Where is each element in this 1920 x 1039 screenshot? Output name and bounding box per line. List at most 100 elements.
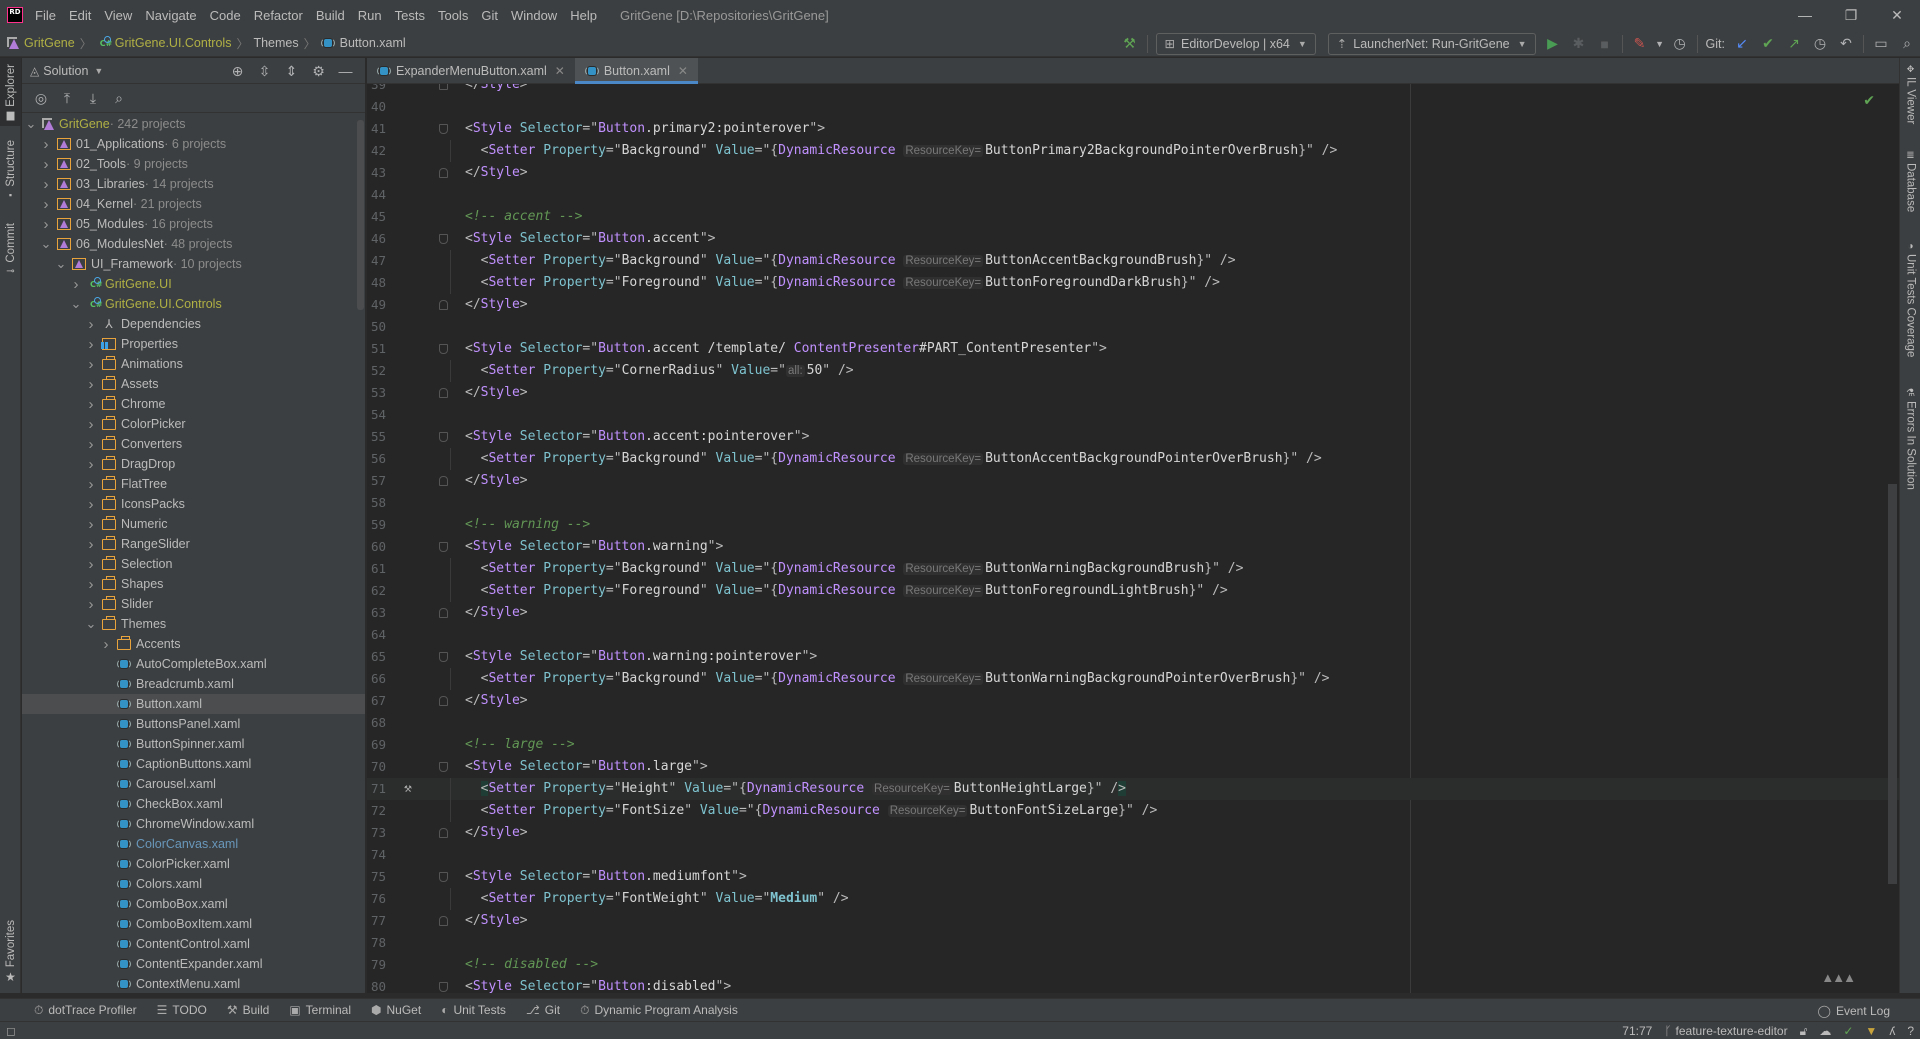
- solution-wide-analysis-icon[interactable]: ☁: [1819, 1024, 1831, 1038]
- chevron-right-icon[interactable]: ›: [84, 496, 98, 513]
- tool-tab-structure[interactable]: Structure ▪: [0, 140, 21, 210]
- menu-build[interactable]: Build: [316, 8, 345, 23]
- scroll-from-source-icon[interactable]: ⤒: [54, 90, 80, 107]
- run-anything-icon[interactable]: ▭: [1868, 33, 1894, 55]
- tree-item[interactable]: › FlatTree: [22, 474, 365, 494]
- tree-item[interactable]: AutoCompleteBox.xaml: [22, 654, 365, 674]
- tool-window-nuget[interactable]: ⬢ NuGet: [371, 1003, 421, 1018]
- tree-item[interactable]: ContextMenu.xaml: [22, 974, 365, 993]
- tree-item[interactable]: Colors.xaml: [22, 874, 365, 894]
- code-line[interactable]: 58: [367, 492, 1899, 514]
- caret-position[interactable]: 71:77: [1622, 1024, 1652, 1038]
- tool-tab-errors-in-solution[interactable]: ⚗ Errors In Solution: [1900, 388, 1920, 490]
- breadcrumb-project[interactable]: GritGene.UI.Controls: [115, 36, 232, 50]
- code-line[interactable]: 70 <Style Selector="Button.large">: [367, 756, 1899, 778]
- fold-end-marker-icon[interactable]: [439, 608, 448, 618]
- fold-marker-icon[interactable]: [439, 762, 448, 772]
- tree-item[interactable]: ⌄ GritGene · 242 projects: [22, 114, 365, 134]
- code-line[interactable]: 78: [367, 932, 1899, 954]
- git-branch[interactable]: ᚴ feature-texture-editor: [1664, 1024, 1787, 1038]
- menu-edit[interactable]: Edit: [69, 8, 91, 23]
- tree-item[interactable]: ComboBoxItem.xaml: [22, 914, 365, 934]
- chevron-down-icon[interactable]: ⌄: [69, 296, 83, 312]
- tree-item[interactable]: ⌄ GritGene.UI.Controls: [22, 294, 365, 314]
- code-line[interactable]: 47 <Setter Property="Background" Value="…: [367, 250, 1899, 272]
- chevron-right-icon[interactable]: ›: [84, 376, 98, 393]
- profile-icon[interactable]: ✎: [1627, 33, 1653, 55]
- menu-code[interactable]: Code: [210, 8, 241, 23]
- code-line[interactable]: 68: [367, 712, 1899, 734]
- build-config-dropdown[interactable]: ⊞ EditorDevelop | x64 ▼: [1155, 32, 1316, 55]
- tree-item[interactable]: ⌄ Themes: [22, 614, 365, 634]
- chevron-down-icon[interactable]: ▼: [1653, 33, 1667, 55]
- tree-item[interactable]: Carousel.xaml: [22, 774, 365, 794]
- debug-bug-icon[interactable]: ✱: [1566, 33, 1592, 55]
- tree-item[interactable]: › DragDrop: [22, 454, 365, 474]
- gear-icon[interactable]: ⚙: [305, 63, 332, 80]
- tool-window-unit-tests[interactable]: ◐ Unit Tests: [441, 1003, 506, 1018]
- tree-item[interactable]: ButtonsPanel.xaml: [22, 714, 365, 734]
- tool-tab-explorer[interactable]: Explorer ▆: [0, 58, 21, 126]
- breadcrumb-file[interactable]: Button.xaml: [340, 36, 406, 50]
- tree-item[interactable]: › Accents: [22, 634, 365, 654]
- tree-item[interactable]: ComboBox.xaml: [22, 894, 365, 914]
- tool-window-build[interactable]: ⚒ Build: [227, 1003, 269, 1018]
- chevron-right-icon[interactable]: ›: [84, 336, 98, 353]
- code-line[interactable]: 66 <Setter Property="Background" Value="…: [367, 668, 1899, 690]
- code-line[interactable]: 53 </Style>: [367, 382, 1899, 404]
- chevron-right-icon[interactable]: ›: [84, 436, 98, 453]
- chevron-right-icon[interactable]: ›: [84, 596, 98, 613]
- chevron-down-icon[interactable]: ⌄: [39, 236, 53, 252]
- chevron-right-icon[interactable]: ›: [69, 276, 83, 293]
- chevron-right-icon[interactable]: ›: [84, 516, 98, 533]
- fold-end-marker-icon[interactable]: [439, 300, 448, 310]
- tool-tab-favorites[interactable]: Favorites ★: [0, 920, 21, 990]
- chevron-right-icon[interactable]: ›: [84, 556, 98, 573]
- code-line[interactable]: 61 <Setter Property="Background" Value="…: [367, 558, 1899, 580]
- chevron-right-icon[interactable]: ›: [39, 196, 53, 213]
- code-line[interactable]: 74: [367, 844, 1899, 866]
- code-line[interactable]: 57 </Style>: [367, 470, 1899, 492]
- code-line[interactable]: 48 <Setter Property="Foreground" Value="…: [367, 272, 1899, 294]
- explorer-view-selector[interactable]: Solution: [43, 64, 88, 78]
- resharper-icon[interactable]: ▼: [1865, 1024, 1877, 1038]
- menu-help[interactable]: Help: [570, 8, 597, 23]
- tool-tab-commit[interactable]: Commit ⊸: [0, 223, 21, 293]
- tree-item[interactable]: ContentExpander.xaml: [22, 954, 365, 974]
- close-icon[interactable]: ✕: [678, 64, 688, 78]
- menu-run[interactable]: Run: [358, 8, 382, 23]
- chevron-right-icon[interactable]: ›: [84, 396, 98, 413]
- tree-item[interactable]: › IconsPacks: [22, 494, 365, 514]
- code-line[interactable]: 59 <!-- warning -->: [367, 514, 1899, 536]
- menu-git[interactable]: Git: [481, 8, 498, 23]
- fold-marker-icon[interactable]: [439, 872, 448, 882]
- restore-button[interactable]: ❐: [1828, 0, 1874, 30]
- git-update-icon[interactable]: ↙: [1729, 33, 1755, 55]
- code-line[interactable]: 52 <Setter Property="CornerRadius" Value…: [367, 360, 1899, 382]
- code-line[interactable]: 71 ⚒ <Setter Property="Height" Value="{Dy…: [367, 778, 1899, 800]
- tree-item[interactable]: ButtonSpinner.xaml: [22, 734, 365, 754]
- tree-item[interactable]: › 04_Kernel · 21 projects: [22, 194, 365, 214]
- tree-item[interactable]: Breadcrumb.xaml: [22, 674, 365, 694]
- tree-item[interactable]: ColorPicker.xaml: [22, 854, 365, 874]
- tool-window-git[interactable]: ⎇ Git: [526, 1003, 560, 1018]
- chevron-down-icon[interactable]: ⌄: [84, 616, 98, 632]
- chevron-right-icon[interactable]: ›: [84, 536, 98, 553]
- memory-icon[interactable]: ʎ: [1889, 1024, 1895, 1038]
- tree-item[interactable]: › 01_Applications · 6 projects: [22, 134, 365, 154]
- chevron-right-icon[interactable]: ›: [84, 576, 98, 593]
- breadcrumb-solution[interactable]: GritGene: [24, 36, 75, 50]
- code-line[interactable]: 45 <!-- accent -->: [367, 206, 1899, 228]
- analysis-ok-icon[interactable]: ✓: [1843, 1024, 1853, 1038]
- code-line[interactable]: 73 </Style>: [367, 822, 1899, 844]
- expand-all-icon[interactable]: ⇳: [251, 63, 278, 80]
- run-icon[interactable]: ▶: [1540, 33, 1566, 55]
- tool-window-dottrace-profiler[interactable]: ⏱ dotTrace Profiler: [34, 1003, 137, 1018]
- git-commit-icon[interactable]: ✔: [1755, 33, 1781, 55]
- code-line[interactable]: 50: [367, 316, 1899, 338]
- tree-item[interactable]: › Slider: [22, 594, 365, 614]
- hide-panel-icon[interactable]: —: [332, 63, 359, 79]
- tool-window-dynamic-program-analysis[interactable]: ⏱ Dynamic Program Analysis: [580, 1003, 738, 1018]
- chevron-right-icon[interactable]: ›: [99, 636, 113, 653]
- tree-item[interactable]: › Properties: [22, 334, 365, 354]
